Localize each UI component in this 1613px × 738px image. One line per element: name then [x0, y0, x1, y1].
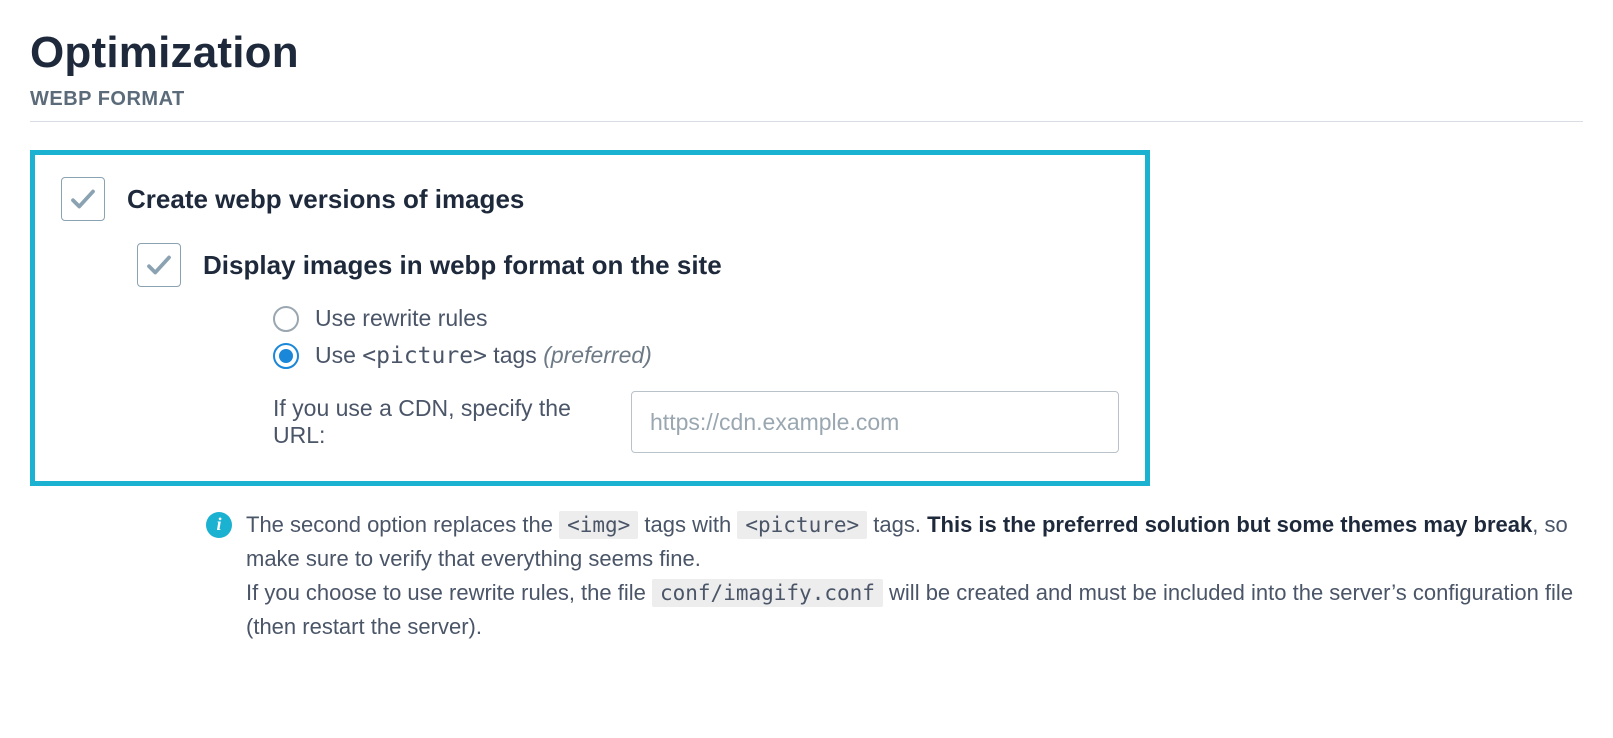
page-title: Optimization: [30, 28, 1583, 78]
cdn-url-input[interactable]: [631, 391, 1119, 453]
check-icon: [68, 184, 98, 214]
bold-text: This is the preferred solution but some …: [927, 512, 1532, 537]
radio-icon-selected: [273, 343, 299, 369]
preferred-hint: (preferred): [543, 342, 652, 368]
webp-method-radiogroup: Use rewrite rules Use <picture> tags (pr…: [273, 305, 1119, 369]
text: The second option replaces the: [246, 512, 559, 537]
radio-icon: [273, 306, 299, 332]
code-text: conf/imagify.conf: [652, 579, 883, 607]
code-text: <img>: [559, 511, 638, 539]
code-text: <picture>: [737, 511, 867, 539]
create-webp-label: Create webp versions of images: [127, 177, 524, 221]
webp-settings-panel: Create webp versions of images Display i…: [30, 150, 1150, 486]
display-webp-checkbox[interactable]: [137, 243, 181, 287]
text: If you choose to use rewrite rules, the …: [246, 580, 652, 605]
section-heading-webp: WEBP FORMAT: [30, 88, 1583, 122]
cdn-url-label: If you use a CDN, specify the URL:: [273, 395, 613, 449]
text: tags with: [638, 512, 737, 537]
create-webp-checkbox[interactable]: [61, 177, 105, 221]
webp-info-note: i The second option replaces the <img> t…: [206, 508, 1583, 644]
radio-picture-tags[interactable]: Use <picture> tags (preferred): [273, 342, 1119, 369]
text: tags.: [867, 512, 927, 537]
display-webp-label: Display images in webp format on the sit…: [203, 243, 1119, 287]
note-text: The second option replaces the <img> tag…: [246, 508, 1583, 644]
radio-picture-label: Use <picture> tags (preferred): [315, 342, 652, 369]
info-icon: i: [206, 512, 232, 538]
text: Use: [315, 342, 362, 368]
check-icon: [144, 250, 174, 280]
code-text: <picture>: [362, 343, 487, 369]
radio-rewrite-rules[interactable]: Use rewrite rules: [273, 305, 1119, 332]
radio-rewrite-label: Use rewrite rules: [315, 305, 488, 332]
text: tags: [487, 342, 543, 368]
